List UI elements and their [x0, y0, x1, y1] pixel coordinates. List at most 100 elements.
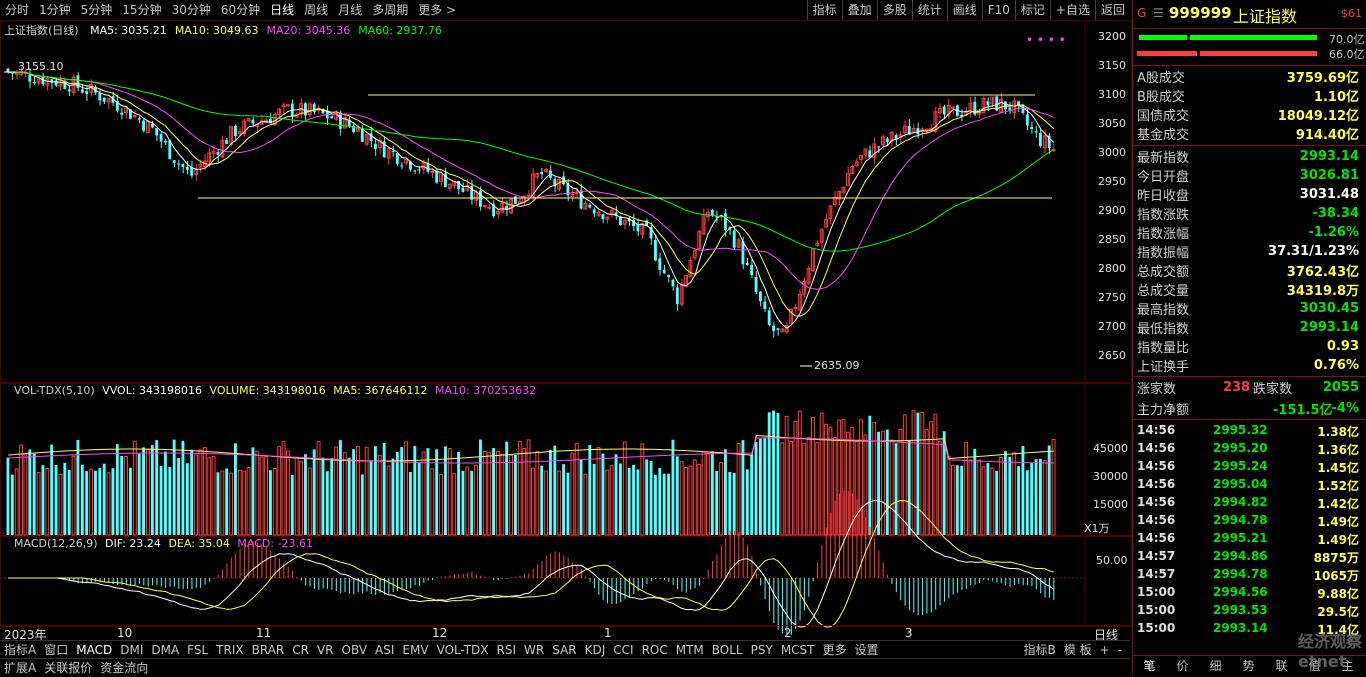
quote-tab-4[interactable]: 联: [1265, 656, 1298, 676]
volume-bar: [487, 452, 492, 536]
volume-bar: [404, 441, 408, 536]
quote-row-label: 最新指数: [1137, 151, 1190, 166]
candle-body: [592, 209, 596, 214]
candle-body: [671, 279, 675, 287]
volume-bar: [1030, 462, 1034, 535]
indicator-right-1[interactable]: 模 板: [1060, 641, 1096, 659]
candle-body: [6, 68, 10, 72]
volume-bar: [531, 467, 535, 536]
quote-row-label: B股成交: [1137, 90, 1185, 105]
volume-bar: [973, 448, 977, 535]
volume-bar: [579, 459, 583, 535]
volume-bar: [990, 467, 995, 536]
indicator-tab-23[interactable]: MCST: [777, 641, 819, 659]
status-tab-1[interactable]: 关联报价: [40, 659, 96, 677]
volume-bar: [28, 449, 32, 535]
candle-body: [763, 301, 767, 309]
x-label-1: 10: [117, 626, 133, 640]
volume-bar: [789, 440, 793, 536]
candle-body: [675, 287, 679, 305]
tick-volume: 1065万: [1313, 569, 1359, 583]
volume-bar: [684, 466, 688, 536]
quote-tab-1[interactable]: 价: [1166, 656, 1199, 676]
volume-bar: [374, 446, 377, 535]
volume-bar: [164, 451, 167, 535]
candle-body: [177, 163, 180, 165]
volume-bar: [933, 413, 938, 536]
volume-bar: [330, 458, 334, 535]
volume-bar: [67, 469, 71, 535]
candle-body: [234, 125, 237, 137]
indicator-tab-19[interactable]: ROC: [638, 641, 672, 659]
status-tab-0[interactable]: 扩展A: [0, 659, 40, 677]
tick-row: 14:56 2994.82 1.42亿: [1133, 493, 1363, 511]
volume-bar: [995, 470, 999, 535]
indicator-tab-16[interactable]: SAR: [548, 641, 580, 659]
indicator-tab-20[interactable]: MTM: [672, 641, 708, 659]
volume-bar: [339, 440, 342, 535]
indicator-tab-8[interactable]: CR: [288, 641, 313, 659]
quote-row: 最低指数 2993.14: [1133, 318, 1363, 337]
indicator-tab-25[interactable]: 设置: [851, 641, 883, 659]
indicator-tab-2[interactable]: MACD: [72, 641, 116, 659]
quote-row-label: 国债成交: [1137, 109, 1190, 124]
indicator-tab-15[interactable]: WR: [520, 641, 548, 659]
candle-body: [601, 214, 605, 220]
indicator-tab-22[interactable]: PSY: [747, 641, 777, 659]
indicator-tab-9[interactable]: VR: [313, 641, 338, 659]
quote-row-value: 2993.14: [1299, 149, 1359, 164]
quote-tab-2[interactable]: 细: [1199, 656, 1232, 676]
quote-tab-3[interactable]: 势: [1232, 656, 1265, 676]
volume-bar: [23, 453, 28, 536]
indicator-tab-4[interactable]: DMA: [147, 641, 183, 659]
tick-row: 15:00 2994.56 9.88亿: [1133, 583, 1363, 601]
volume-bar: [264, 455, 268, 536]
kline-chart[interactable]: 3155.10 2635.09 • • • •: [0, 0, 1130, 640]
indicator-tab-7[interactable]: BRAR: [248, 641, 289, 659]
candle-body: [1025, 114, 1029, 126]
volume-bar: [1042, 460, 1047, 536]
net-label: 主力净额: [1137, 403, 1190, 418]
volume-bar: [815, 442, 820, 536]
indicator-tab-6[interactable]: TRIX: [212, 641, 247, 659]
quote-row-label: 今日开盘: [1137, 170, 1190, 185]
candle-body: [304, 103, 307, 116]
indicator-tab-11[interactable]: ASI: [371, 641, 398, 659]
indicator-tab-0[interactable]: 指标A: [0, 641, 40, 659]
volume-bar: [544, 470, 548, 536]
menu-icon[interactable]: ☰: [1153, 6, 1164, 20]
indicator-tab-1[interactable]: 窗口: [40, 641, 72, 659]
tick-price: 2994.82: [1213, 495, 1268, 509]
volume-bar: [920, 411, 925, 536]
volume-bar: [251, 447, 255, 535]
indicator-tab-10[interactable]: OBV: [338, 641, 372, 659]
indicator-tab-21[interactable]: BOLL: [708, 641, 747, 659]
quote-row-label: 指数涨跌: [1137, 208, 1190, 223]
volume-bar: [391, 458, 395, 535]
indicator-tab-3[interactable]: DMI: [116, 641, 147, 659]
volume-bar: [129, 467, 132, 535]
volume-bar: [421, 451, 426, 536]
candle-body: [225, 140, 229, 145]
indicator-right-3[interactable]: -: [1114, 641, 1126, 659]
volume-bar: [692, 459, 697, 536]
watermark: 经济观察 etnet: [1298, 632, 1363, 671]
indicator-right-2[interactable]: +: [1096, 641, 1114, 659]
status-tab-2[interactable]: 资金流向: [96, 659, 152, 677]
volume-bar: [780, 442, 785, 536]
indicator-tab-5[interactable]: FSL: [183, 641, 212, 659]
volume-bar: [294, 457, 299, 536]
indicator-tab-13[interactable]: VOL-TDX: [433, 641, 493, 659]
indicator-tab-18[interactable]: CCI: [609, 641, 637, 659]
quote-tab-0[interactable]: 笔: [1133, 656, 1166, 676]
stock-name: 上证指数: [1233, 7, 1298, 26]
volume-bar: [312, 449, 316, 535]
indicator-tab-24[interactable]: 更多: [819, 641, 851, 659]
quote-row: 上证换手 0.76%: [1133, 356, 1363, 375]
indicator-tab-12[interactable]: EMV: [398, 641, 432, 659]
volume-bar: [566, 472, 570, 535]
indicator-tab-14[interactable]: RSI: [493, 641, 521, 659]
volume-bar: [540, 465, 544, 535]
indicator-tab-17[interactable]: KDJ: [581, 641, 610, 659]
indicator-right-0[interactable]: 指标B: [1020, 641, 1060, 659]
